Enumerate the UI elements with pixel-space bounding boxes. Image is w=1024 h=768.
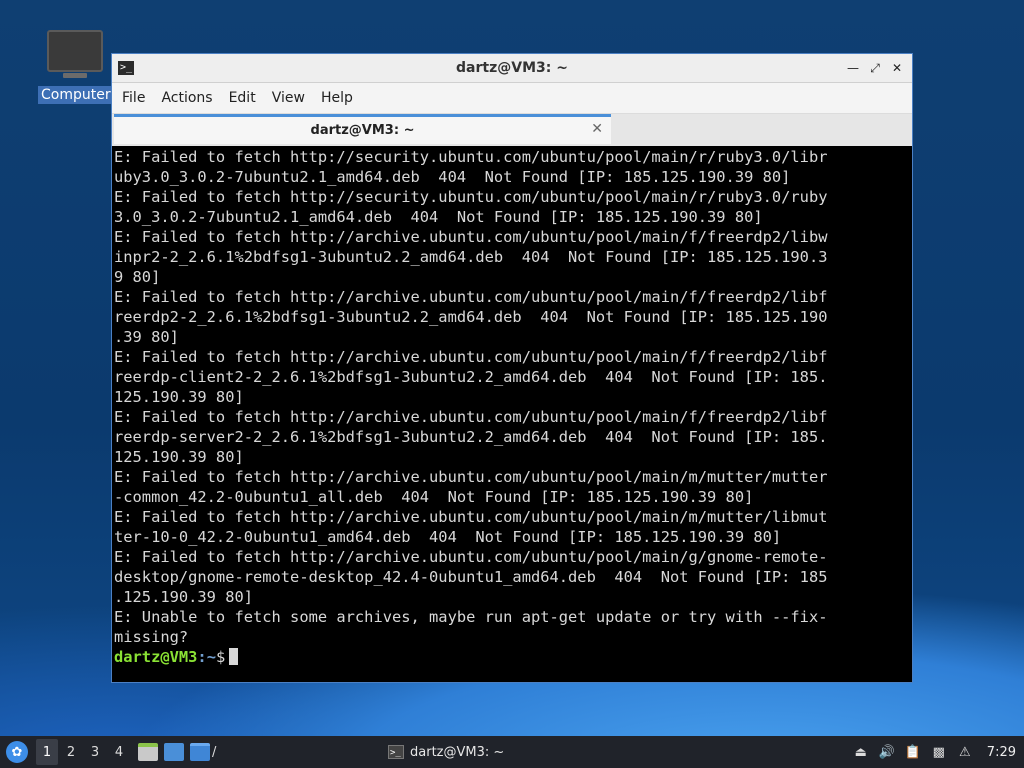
terminal-line: E: Failed to fetch http://archive.ubuntu… [114,288,828,306]
terminal-line: ter-10-0_42.2-0ubuntu1_amd64.deb 404 Not… [114,528,782,546]
maximize-button[interactable]: ⤢ [866,59,884,77]
menu-edit[interactable]: Edit [229,90,267,106]
terminal-line: inpr2-2_2.6.1%2bdfsg1-3ubuntu2.2_amd64.d… [114,248,828,266]
terminal-line: desktop/gnome-remote-desktop_42.4-0ubunt… [114,568,828,586]
terminal-line: .125.190.39 80] [114,588,253,606]
prompt-symbol: $ [215,648,226,666]
minimize-button[interactable]: — [844,59,862,77]
tab-close-icon[interactable]: ✕ [591,121,603,137]
terminal-line: E: Failed to fetch http://archive.ubuntu… [114,228,828,246]
taskbar-window-label: dartz@VM3: ~ [410,744,505,760]
terminal-line: E: Failed to fetch http://archive.ubuntu… [114,408,828,426]
terminal-line: E: Failed to fetch http://archive.ubuntu… [114,348,828,366]
terminal-prompt-line: dartz@VM3:~$ [114,647,910,667]
terminal-line: .39 80] [114,328,179,346]
text-cursor [229,648,239,665]
system-tray: ⏏ 🔊 📋 ▩ ⚠ 7:29 [853,736,1024,768]
terminal-line: E: Failed to fetch http://security.ubunt… [114,148,828,166]
tab-terminal[interactable]: dartz@VM3: ~ ✕ [114,114,611,144]
window-titlebar[interactable]: >_ dartz@VM3: ~ — ⤢ ✕ [112,54,912,83]
desktop-icon-computer[interactable]: Computer [38,30,114,104]
clock[interactable]: 7:29 [987,745,1016,760]
clipboard-icon[interactable]: 📋 [905,744,921,760]
notification-icon[interactable]: ⚠ [957,744,973,760]
menu-view[interactable]: View [272,90,316,106]
computer-icon [47,30,103,78]
terminal-line: uby3.0_3.0.2-7ubuntu2.1_amd64.deb 404 No… [114,168,791,186]
terminal-lines: E: Failed to fetch http://security.ubunt… [114,147,910,647]
terminal-output[interactable]: E: Failed to fetch http://security.ubunt… [114,147,910,680]
workspace-3[interactable]: 3 [84,739,106,765]
terminal-line: E: Failed to fetch http://archive.ubuntu… [114,508,828,526]
terminal-line: 125.190.39 80] [114,448,244,466]
desktop-launcher-icon[interactable] [164,743,184,761]
terminal-line: 3.0_3.0.2-7ubuntu2.1_amd64.deb 404 Not F… [114,208,763,226]
network-icon[interactable]: ▩ [931,744,947,760]
workspace-2[interactable]: 2 [60,739,82,765]
terminal-line: E: Failed to fetch http://archive.ubuntu… [114,468,828,486]
file-manager-icon[interactable] [190,743,210,761]
terminal-window[interactable]: >_ dartz@VM3: ~ — ⤢ ✕ File Actions Edit … [111,53,913,683]
terminal-line: E: Failed to fetch http://archive.ubuntu… [114,548,828,566]
terminal-line: 125.190.39 80] [114,388,244,406]
eject-icon[interactable]: ⏏ [853,744,869,760]
menu-actions[interactable]: Actions [161,90,223,106]
terminal-icon: >_ [118,61,134,75]
prompt-path: ~ [206,648,216,666]
prompt-separator: : [197,648,207,666]
tab-bar: dartz@VM3: ~ ✕ [112,113,912,146]
terminal-line: missing? [114,628,189,646]
prompt-user-host: dartz@VM3 [114,648,198,666]
window-title: dartz@VM3: ~ [456,60,568,76]
tab-label: dartz@VM3: ~ [310,123,415,138]
menubar: File Actions Edit View Help [112,83,912,113]
terminal-line: -common_42.2-0ubuntu1_all.deb 404 Not Fo… [114,488,754,506]
menu-help[interactable]: Help [321,90,364,106]
terminal-line: reerdp2-2_2.6.1%2bdfsg1-3ubuntu2.2_amd64… [114,308,828,326]
workspace-1[interactable]: 1 [36,739,58,765]
desktop-icon-label: Computer [38,86,114,104]
volume-icon[interactable]: 🔊 [879,744,895,760]
terminal-line: reerdp-server2-2_2.6.1%2bdfsg1-3ubuntu2.… [114,428,828,446]
menu-file[interactable]: File [122,90,156,106]
terminal-line: reerdp-client2-2_2.6.1%2bdfsg1-3ubuntu2.… [114,368,828,386]
close-button[interactable]: ✕ [888,59,906,77]
terminal-icon: >_ [388,745,404,759]
terminal-line: 9 80] [114,268,161,286]
taskbar: ✿ 1 2 3 4 / >_ dartz@VM3: ~ ⏏ 🔊 📋 ▩ ⚠ 7:… [0,736,1024,768]
workspace-4[interactable]: 4 [108,739,130,765]
show-desktop-icon[interactable] [138,743,158,761]
file-manager-path[interactable]: / [212,745,216,760]
start-menu-button[interactable]: ✿ [6,741,28,763]
terminal-line: E: Unable to fetch some archives, maybe … [114,608,828,626]
terminal-line: E: Failed to fetch http://security.ubunt… [114,188,828,206]
taskbar-window-terminal[interactable]: >_ dartz@VM3: ~ [388,739,504,765]
